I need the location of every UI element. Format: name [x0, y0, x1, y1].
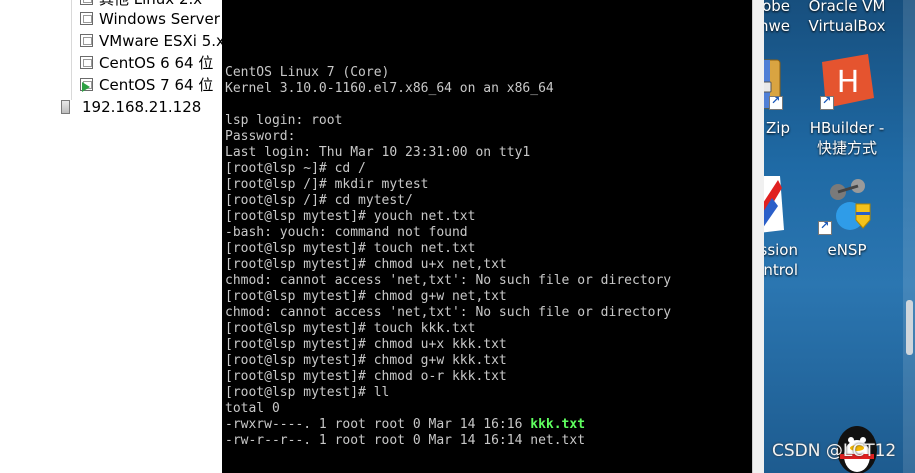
tree-item-host[interactable]: 192.168.21.128 [61, 96, 201, 117]
terminal-line: -bash: youch: command not found [225, 225, 468, 240]
tree-item-label: Windows Server [99, 9, 220, 28]
shortcut-arrow-icon [769, 94, 783, 110]
terminal-listing-row: -rwxrw----. 1 root root 0 Mar 14 16:16 k… [225, 417, 671, 433]
mission-control-icon[interactable] [764, 176, 784, 234]
terminal-listing-row: -rw-r--r--. 1 root root 0 Mar 14 16:14 n… [225, 433, 671, 449]
desktop-icon-label: Zip [766, 119, 790, 137]
tree-item-centos7[interactable]: CentOS 7 64 位 [80, 74, 213, 95]
listing-filename: net.txt [530, 433, 586, 448]
host-icon [61, 99, 70, 114]
terminal-line: Kernel 3.10.0-1160.el7.x86_64 on an x86_… [225, 81, 554, 96]
watermark: CSDN @LCT12 [772, 441, 897, 461]
shortcut-arrow-icon [820, 94, 834, 110]
desktop-scrollbar-thumb[interactable] [906, 300, 913, 355]
terminal-line: chmod: cannot access 'net,txt': No such … [225, 305, 672, 320]
desktop-icon-label: lission [764, 241, 798, 259]
terminal-line: [root@lsp /]# cd mytest/ [225, 193, 413, 208]
tree-item-centos6[interactable]: CentOS 6 64 位 [80, 52, 213, 73]
tree-guide-line [71, 0, 72, 100]
listing-filename: kkk.txt [530, 417, 586, 432]
shortcut-arrow-icon [818, 219, 832, 235]
svg-text:H: H [837, 65, 860, 100]
desktop-icon-zip[interactable]: Zip [764, 118, 790, 138]
desktop-icon-virtualbox[interactable]: Oracle VM VirtualBox [804, 0, 890, 36]
vm-icon [80, 56, 93, 69]
desktop-background: obe nwe Oracle VM VirtualBox Zip H HBuil… [764, 0, 915, 473]
terminal-line: Last login: Thu Mar 10 23:31:00 on tty1 [225, 145, 531, 160]
desktop-icon-label: obe [764, 0, 790, 15]
tree-item-label: VMware ESXi 5.x [99, 31, 223, 50]
desktop-icon-adobe[interactable]: obe nwe [764, 0, 790, 36]
terminal-line: [root@lsp mytest]# ll [225, 385, 390, 400]
desktop-scrollbar[interactable] [903, 0, 915, 473]
desktop-icon-label: 快捷方式 [816, 139, 877, 157]
desktop-icon-label: nwe [764, 17, 790, 35]
vm-icon [80, 0, 93, 5]
console-scrollbar[interactable] [752, 0, 764, 473]
terminal-line: CentOS Linux 7 (Core) [225, 65, 390, 80]
terminal-line: [root@lsp mytest]# chmod u+x kkk.txt [225, 337, 507, 352]
terminal-output: CentOS Linux 7 (Core) Kernel 3.10.0-1160.… [225, 65, 671, 449]
vm-icon [80, 12, 93, 25]
desktop-icon-label: eNSP [827, 241, 867, 259]
desktop-icon-label: Oracle VM [808, 0, 886, 15]
terminal-line: [root@lsp mytest]# touch kkk.txt [225, 321, 476, 336]
terminal-line: lsp login: root [225, 113, 343, 128]
terminal-line: [root@lsp ~]# cd / [225, 161, 366, 176]
terminal-line: [root@lsp mytest]# chmod g+w net,txt [225, 289, 507, 304]
desktop-icon-ensp[interactable]: eNSP [804, 240, 890, 260]
desktop-icon-mission-control[interactable]: lission ntrol [764, 240, 798, 280]
desktop-icon-label: ntrol [764, 261, 798, 279]
desktop-icon-label: VirtualBox [808, 17, 886, 35]
vm-console-terminal[interactable]: CentOS Linux 7 (Core) Kernel 3.10.0-1160.… [222, 0, 752, 473]
tree-item-vmware-esxi[interactable]: VMware ESXi 5.x [80, 30, 223, 51]
vm-icon [80, 34, 93, 47]
tree-item-windows-server[interactable]: Windows Server [80, 8, 220, 29]
terminal-line: Password: [225, 129, 296, 144]
listing-attributes: -rw-r--r--. 1 root root 0 Mar 14 16:14 [225, 433, 531, 448]
tree-item-label: CentOS 6 64 位 [99, 54, 214, 72]
vm-library-panel: 其他 Linux 2.x Windows Server VMware ESXi … [0, 0, 223, 473]
tree-item-label: CentOS 7 64 位 [99, 76, 214, 94]
terminal-line: [root@lsp mytest]# chmod o-r kkk.txt [225, 369, 507, 384]
listing-attributes: -rwxrw----. 1 root root 0 Mar 14 16:16 [225, 417, 531, 432]
terminal-line: [root@lsp mytest]# chmod u+x net,txt [225, 257, 507, 272]
terminal-line: total 0 [225, 401, 280, 416]
desktop-icon-hbuilder[interactable]: HBuilder - 快捷方式 [804, 118, 890, 158]
terminal-line: [root@lsp /]# mkdir mytest [225, 177, 429, 192]
terminal-line: [root@lsp mytest]# touch net.txt [225, 241, 476, 256]
host-label: 192.168.21.128 [82, 97, 202, 116]
terminal-line: chmod: cannot access 'net,txt': No such … [225, 273, 672, 288]
desktop-icon-label: HBuilder - [809, 119, 885, 137]
terminal-line: [root@lsp mytest]# youch net.txt [225, 209, 476, 224]
vm-running-icon [80, 78, 93, 92]
terminal-line: [root@lsp mytest]# chmod g+w kkk.txt [225, 353, 507, 368]
